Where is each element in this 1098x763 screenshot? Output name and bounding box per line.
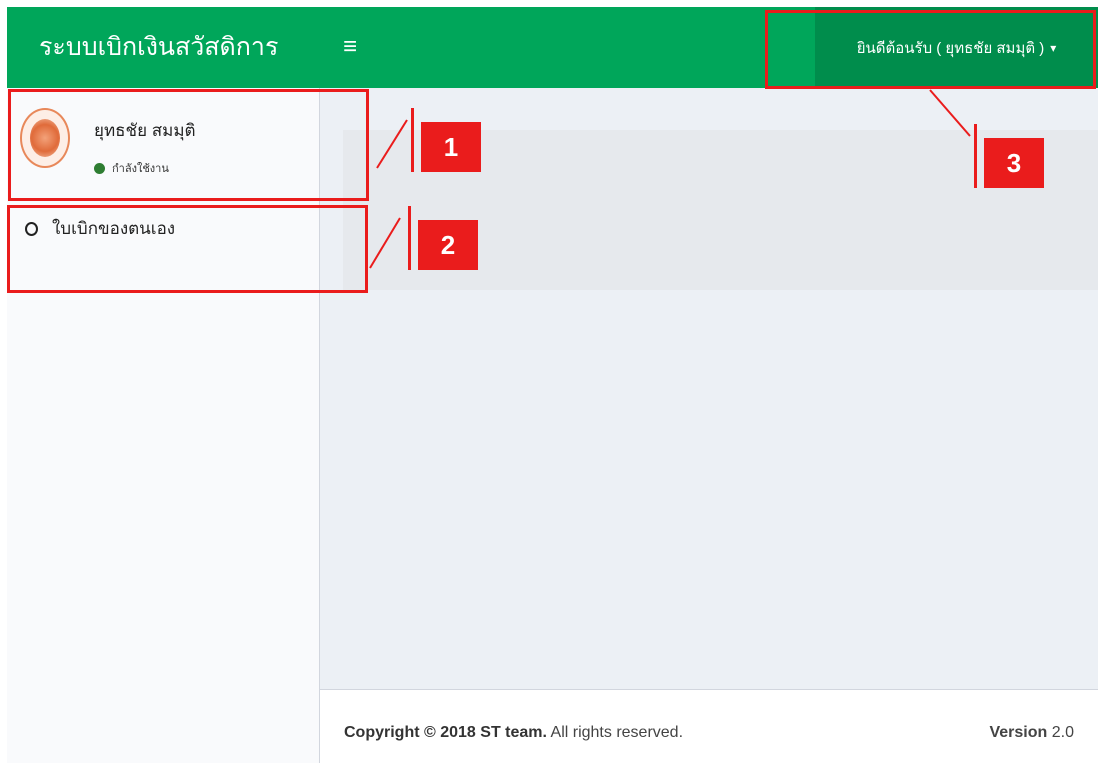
status-dot-icon: [94, 162, 105, 174]
main-content: [320, 88, 1098, 689]
version-label: Version: [989, 724, 1048, 741]
version-text: Version 2.0: [989, 724, 1074, 742]
annotation-callout-2: 2: [408, 206, 478, 270]
user-status: กำลังใช้งาน: [94, 159, 169, 177]
user-name: ยุทธชัย สมมุติ: [94, 121, 196, 140]
sidebar: ยุทธชัย สมมุติ กำลังใช้งาน ใบเบิกของตนเอ…: [7, 88, 320, 763]
footer: Copyright © 2018 ST team. All rights res…: [320, 689, 1098, 763]
circle-icon: [25, 221, 38, 236]
sidebar-item-own-claims[interactable]: ใบเบิกของตนเอง: [25, 215, 175, 242]
annotation-callout-1: 1: [411, 108, 481, 172]
annotation-callout-3: 3: [974, 124, 1044, 188]
version-number: 2.0: [1051, 724, 1074, 741]
top-navbar: ระบบเบิกเงินสวัสดิการ ≡ ยินดีต้อนรับ ( ย…: [7, 7, 1098, 88]
app-frame: ระบบเบิกเงินสวัสดิการ ≡ ยินดีต้อนรับ ( ย…: [7, 7, 1098, 763]
user-menu-dropdown[interactable]: ยินดีต้อนรับ ( ยุทธชัย สมมุติ ) ▾: [815, 7, 1098, 88]
hamburger-icon[interactable]: ≡: [339, 33, 361, 61]
welcome-label: ยินดีต้อนรับ ( ยุทธชัย สมมุติ ): [856, 39, 1045, 57]
seal-logo-icon: [30, 119, 60, 157]
app-title[interactable]: ระบบเบิกเงินสวัสดิการ: [7, 7, 320, 88]
copyright-text: Copyright © 2018 ST team. All rights res…: [344, 724, 683, 742]
caret-down-icon: ▾: [1050, 40, 1057, 55]
sidebar-item-label: ใบเบิกของตนเอง: [52, 219, 176, 238]
status-text: กำลังใช้งาน: [112, 163, 169, 175]
copyright-prefix: Copyright © 2018 ST team.: [344, 724, 547, 741]
avatar: [20, 108, 70, 168]
copyright-suffix: All rights reserved.: [550, 724, 684, 741]
